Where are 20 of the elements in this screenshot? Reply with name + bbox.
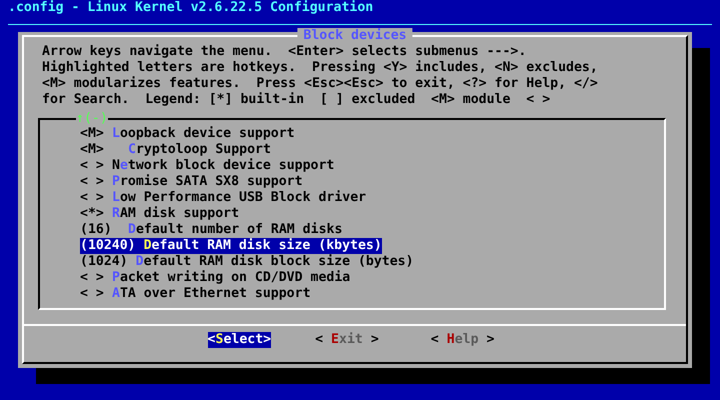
help-text-line: for Search. Legend: [*] built-in [ ] excluded <M> module < > bbox=[42, 92, 550, 108]
menu-button[interactable]: < Help > bbox=[422, 332, 502, 348]
menu-item[interactable]: (1024) Default RAM disk block size (bytes) bbox=[80, 254, 414, 270]
scroll-indicator: ↑(-) bbox=[76, 111, 108, 127]
menu-item[interactable]: < > Network block device support bbox=[80, 158, 334, 174]
menu-item[interactable]: (10240) Default RAM disk size (kbytes) bbox=[80, 238, 382, 254]
help-text-line: Arrow keys navigate the menu. <Enter> selects submenus --->. bbox=[42, 44, 526, 60]
menu-item[interactable]: <*> RAM disk support bbox=[80, 206, 240, 222]
help-text-line: Highlighted letters are hotkeys. Pressing <Y> includes, <N> excludes, bbox=[42, 60, 598, 76]
menu-item[interactable]: < > Promise SATA SX8 support bbox=[80, 174, 303, 190]
menu-item[interactable]: < > ATA over Ethernet support bbox=[80, 286, 311, 302]
menu-button[interactable]: <Select> bbox=[208, 332, 272, 348]
menu-item[interactable]: <M> Loopback device support bbox=[80, 126, 295, 142]
menu-button[interactable]: < Exit > bbox=[307, 332, 387, 348]
menu-item[interactable]: (16) Default number of RAM disks bbox=[80, 222, 342, 238]
menu-item[interactable]: < > Low Performance USB Block driver bbox=[80, 190, 366, 206]
menu-item[interactable]: <M> Cryptoloop Support bbox=[80, 142, 271, 158]
window-title: .config - Linux Kernel v2.6.22.5 Configuration bbox=[7, 0, 374, 16]
help-text-line: <M> modularizes features. Press <Esc><Esc> to exit, <?> for Help, </> bbox=[42, 76, 598, 92]
menu-item[interactable]: < > Packet writing on CD/DVD media bbox=[80, 270, 350, 286]
